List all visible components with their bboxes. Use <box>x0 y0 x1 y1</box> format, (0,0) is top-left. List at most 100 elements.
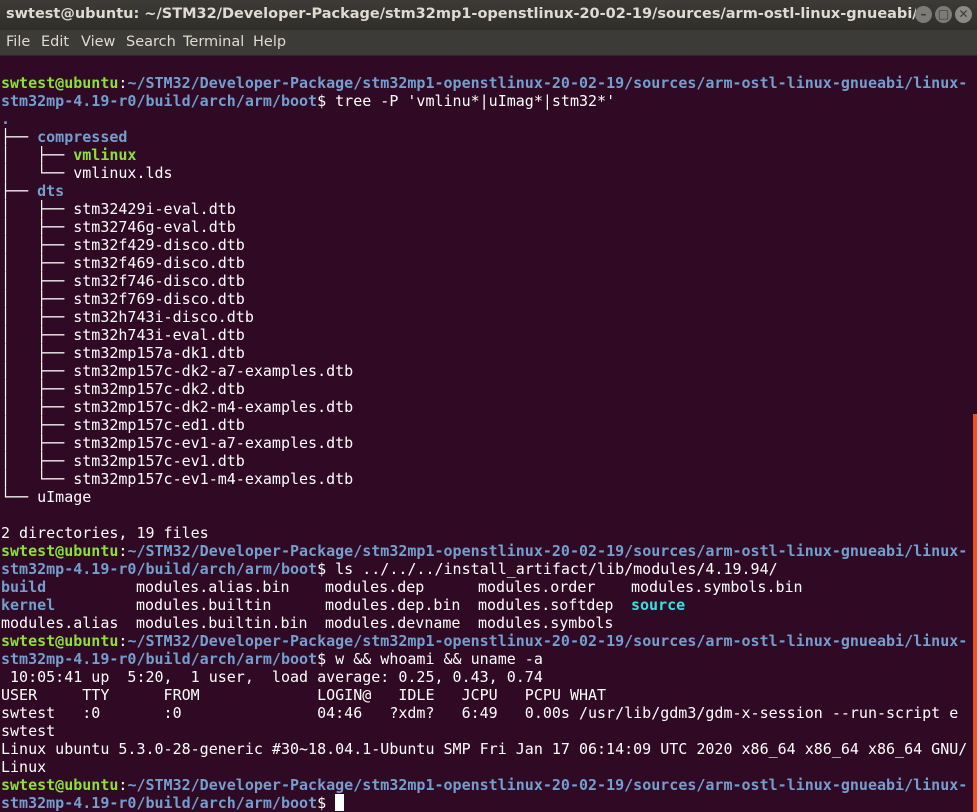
tree-dir-compressed: compressed <box>37 128 128 146</box>
tree-line: │ ├── stm32429i-eval.dtb <box>1 200 236 218</box>
prompt-line: swtest@ubuntu:~/STM32/Developer-Package/… <box>1 632 967 650</box>
tree-file: stm32746g-eval.dtb <box>73 218 236 236</box>
tree-branch: │ ├── <box>1 272 74 290</box>
tree-line: │ ├── stm32746g-eval.dtb <box>1 218 236 236</box>
tree-branch: │ ├── <box>1 236 74 254</box>
window-titlebar[interactable]: swtest@ubuntu: ~/STM32/Developer-Package… <box>0 0 977 30</box>
scrollbar[interactable] <box>973 414 977 812</box>
ls-entry: modules.devname <box>325 614 461 632</box>
tree-branch: │ ├── <box>1 344 74 362</box>
ls-entry: kernel <box>1 596 55 614</box>
command-text: ls ../../../install_artifact/lib/modules… <box>335 560 778 578</box>
menu-terminal[interactable]: Terminal <box>183 34 244 50</box>
tree-line: │ ├── stm32mp157a-dk1.dtb <box>1 344 245 362</box>
prompt-line: stm32mp-4.19-r0/build/arch/arm/boot$ <box>1 794 345 812</box>
menu-help[interactable]: Help <box>253 34 286 50</box>
tree-branch: ├── <box>1 182 38 200</box>
ls-entry: modules.softdep <box>478 596 614 614</box>
tree-branch: │ ├── <box>1 380 74 398</box>
tree-file: stm32mp157c-ev1-a7-examples.dtb <box>73 434 354 452</box>
menu-file[interactable]: File <box>6 34 30 50</box>
prompt-line: swtest@ubuntu:~/STM32/Developer-Package/… <box>1 74 967 92</box>
prompt-path: ~/STM32/Developer-Package/stm32mp1-opens… <box>127 542 968 560</box>
tree-file-vmlinux: vmlinux <box>73 146 137 164</box>
tree-branch: │ ├── <box>1 290 74 308</box>
tree-branch: │ ├── <box>1 200 74 218</box>
w-uptime: 10:05:41 up 5:20, 1 user, load average: … <box>1 668 543 686</box>
ls-entry: build <box>1 578 46 596</box>
tree-file: stm32mp157c-ev1-m4-examples.dtb <box>73 470 354 488</box>
tree-line: │ ├── vmlinux <box>1 146 136 164</box>
tree-branch: │ ├── <box>1 434 74 452</box>
tree-file: vmlinux.lds <box>73 164 173 182</box>
ls-dir-build: build <box>1 578 47 596</box>
minimize-icon[interactable]: – <box>915 6 932 23</box>
ls-entry: modules.builtin <box>136 596 272 614</box>
tree-branch: │ ├── <box>1 416 74 434</box>
tree-line: │ └── stm32mp157c-ev1-m4-examples.dtb <box>1 470 353 488</box>
tree-branch: │ └── <box>1 470 74 488</box>
uname-output: Linux <box>1 758 47 776</box>
command-text: w && whoami && uname -a <box>335 650 543 668</box>
prompt-path: stm32mp-4.19-r0/build/arch/arm/boot <box>1 92 318 110</box>
tree-file: stm32h743i-eval.dtb <box>73 326 245 344</box>
tree-branch: │ └── <box>1 164 74 182</box>
terminal-output[interactable]: swtest@ubuntu:~/STM32/Developer-Package/… <box>0 56 977 812</box>
prompt-dollar: $ <box>317 560 336 578</box>
maximize-icon[interactable]: □ <box>935 6 952 23</box>
tree-line: │ ├── stm32f746-disco.dtb <box>1 272 245 290</box>
menu-search[interactable]: Search <box>126 34 176 50</box>
tree-file: stm32mp157c-ed1.dtb <box>73 416 245 434</box>
tree-branch: │ ├── <box>1 254 74 272</box>
tree-branch: │ ├── <box>1 308 74 326</box>
ls-entry: modules.symbols.bin <box>631 578 803 596</box>
ls-entry: modules.order <box>478 578 596 596</box>
close-icon[interactable]: ✕ <box>955 6 972 23</box>
prompt-user: swtest@ubuntu <box>1 542 119 560</box>
uname-output: Linux ubuntu 5.3.0-28-generic #30~18.04.… <box>1 740 968 758</box>
tree-file: stm32mp157a-dk1.dtb <box>73 344 245 362</box>
ls-dir-kernel: kernel <box>1 596 56 614</box>
prompt-path: ~/STM32/Developer-Package/stm32mp1-opens… <box>127 632 968 650</box>
prompt-line: stm32mp-4.19-r0/build/arch/arm/boot$ ls … <box>1 560 778 578</box>
tree-file: stm32f746-disco.dtb <box>73 272 245 290</box>
prompt-line: swtest@ubuntu:~/STM32/Developer-Package/… <box>1 542 967 560</box>
tree-line: └── uImage <box>1 488 91 506</box>
prompt-path: ~/STM32/Developer-Package/stm32mp1-opens… <box>127 74 968 92</box>
menu-bar: File Edit View Search Terminal Help <box>0 30 977 56</box>
tree-branch: │ ├── <box>1 218 74 236</box>
tree-file-uimage: uImage <box>37 488 92 506</box>
tree-branch: │ ├── <box>1 452 74 470</box>
menu-view[interactable]: View <box>81 34 115 50</box>
tree-root: . <box>1 110 11 128</box>
tree-line: │ ├── stm32mp157c-ev1.dtb <box>1 452 245 470</box>
tree-line: ├── dts <box>1 182 64 200</box>
tree-file: stm32mp157c-dk2-m4-examples.dtb <box>73 398 354 416</box>
tree-line: │ ├── stm32mp157c-ed1.dtb <box>1 416 245 434</box>
tree-line: │ ├── stm32f429-disco.dtb <box>1 236 245 254</box>
ls-entry: modules.alias <box>1 614 119 632</box>
text-cursor[interactable] <box>335 794 345 811</box>
tree-file: stm32h743i-disco.dtb <box>73 308 254 326</box>
window-title: swtest@ubuntu: ~/STM32/Developer-Package… <box>6 6 916 22</box>
prompt-line: swtest@ubuntu:~/STM32/Developer-Package/… <box>1 776 967 794</box>
prompt-line: stm32mp-4.19-r0/build/arch/arm/boot$ w &… <box>1 650 543 668</box>
w-row: swtest :0 :0 04:46 ?xdm? 6:49 0.00s /usr… <box>1 704 959 722</box>
ls-entry: modules.dep <box>325 578 425 596</box>
tree-file: stm32f769-disco.dtb <box>73 290 245 308</box>
ls-entry: modules.symbols <box>478 614 614 632</box>
ls-entry: modules.builtin.bin <box>136 614 308 632</box>
prompt-path: ~/STM32/Developer-Package/stm32mp1-opens… <box>127 776 968 794</box>
tree-line: │ ├── stm32f469-disco.dtb <box>1 254 245 272</box>
prompt-user: swtest@ubuntu <box>1 632 119 650</box>
tree-line: │ ├── stm32f769-disco.dtb <box>1 290 245 308</box>
whoami-output: swtest <box>1 722 56 740</box>
menu-edit[interactable]: Edit <box>41 34 69 50</box>
tree-file: stm32mp157c-ev1.dtb <box>73 452 245 470</box>
prompt-line: stm32mp-4.19-r0/build/arch/arm/boot$ tre… <box>1 92 615 110</box>
tree-line: │ ├── stm32h743i-eval.dtb <box>1 326 245 344</box>
tree-file: stm32mp157c-dk2-a7-examples.dtb <box>73 362 354 380</box>
tree-file: stm32f429-disco.dtb <box>73 236 245 254</box>
tree-branch: ├── <box>1 128 38 146</box>
tree-branch: │ ├── <box>1 146 74 164</box>
